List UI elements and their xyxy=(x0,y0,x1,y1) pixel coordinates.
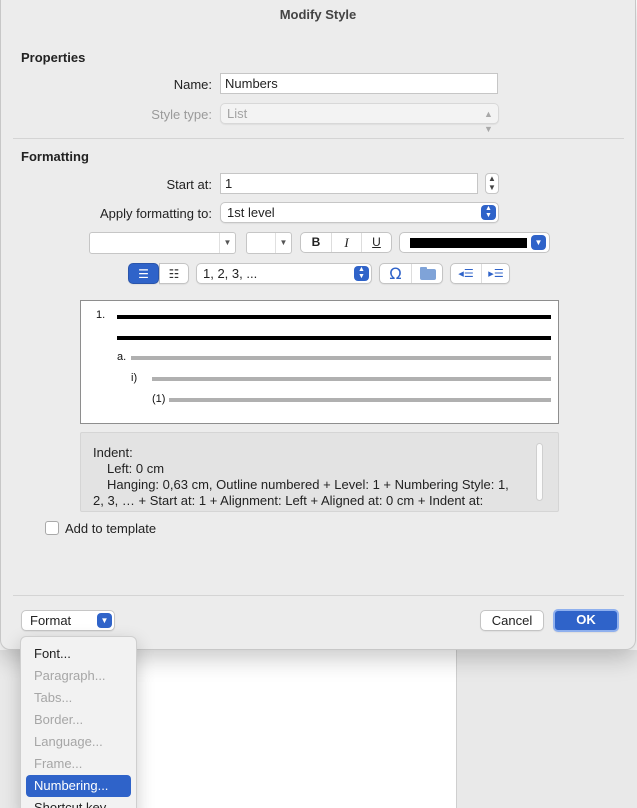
chevron-down-icon: ▼ xyxy=(275,233,291,253)
preview-line xyxy=(117,315,551,319)
start-at-input[interactable]: 1 xyxy=(220,173,478,194)
style-type-value: List xyxy=(227,106,248,121)
bulleted-list-button[interactable]: ☷ xyxy=(159,263,189,284)
menu-item-shortcut-key[interactable]: Shortcut key... xyxy=(26,797,131,808)
updown-chevron-icon: ▲ ▼ xyxy=(481,205,496,220)
bulleted-list-icon: ☷ xyxy=(168,267,180,281)
menu-item-font[interactable]: Font... xyxy=(26,643,131,665)
ok-button[interactable]: OK xyxy=(553,609,619,632)
section-separator xyxy=(13,138,624,139)
font-name-combo[interactable]: ▼ xyxy=(89,232,236,254)
preview-level2-number: a. xyxy=(117,351,127,363)
menu-item-frame: Frame... xyxy=(34,756,83,771)
name-input[interactable]: Numbers xyxy=(220,73,498,94)
start-at-label: Start at: xyxy=(166,177,212,192)
modify-style-dialog: Modify Style Properties Name: Numbers St… xyxy=(0,0,636,650)
preview-level1-number: 1. xyxy=(96,309,106,321)
italic-button[interactable]: I xyxy=(331,233,361,252)
number-style-select[interactable]: 1, 2, 3, ... ▲ ▼ xyxy=(196,263,372,284)
symbol-picture-group: Ω xyxy=(379,263,443,284)
folder-icon[interactable] xyxy=(411,264,442,283)
style-type-label: Style type: xyxy=(151,107,212,122)
description-line: Hanging: 0,63 cm, Outline numbered + Lev… xyxy=(107,477,509,492)
font-color-swatch xyxy=(410,238,527,248)
chevron-down-icon: ▼ xyxy=(219,233,235,253)
name-label: Name: xyxy=(173,77,212,92)
description-scrollbar[interactable] xyxy=(536,443,543,501)
format-dropdown-menu: Font... Paragraph... Tabs... Border... L… xyxy=(20,636,137,808)
menu-item-paragraph: Paragraph... xyxy=(34,668,106,683)
bold-button[interactable]: B xyxy=(301,233,331,252)
preview-line xyxy=(131,356,551,360)
add-to-template-checkbox[interactable] xyxy=(45,521,59,535)
style-description: Indent: Left: 0 cm Hanging: 0,63 cm, Out… xyxy=(80,432,559,512)
format-label: Format xyxy=(30,613,72,628)
numbered-list-icon: ☰ xyxy=(138,267,149,281)
start-at-stepper[interactable]: ▲ ▼ xyxy=(485,173,499,194)
add-to-template-label: Add to template xyxy=(65,521,157,536)
document-page xyxy=(130,650,457,808)
indent-group: ◂☰ ▸☰ xyxy=(450,263,510,284)
formatting-heading: Formatting xyxy=(21,149,89,164)
menu-item-language: Language... xyxy=(34,734,103,749)
dialog-title: Modify Style xyxy=(279,7,357,22)
apply-formatting-label: Apply formatting to: xyxy=(100,206,212,221)
format-menu-button[interactable]: Format ▼ xyxy=(21,610,115,631)
chevron-down-icon: ▼ xyxy=(97,613,112,628)
increase-indent-icon[interactable]: ▸☰ xyxy=(481,264,510,283)
preview-level4-number: (1) xyxy=(152,393,166,405)
menu-item-tabs: Tabs... xyxy=(34,690,73,705)
font-size-combo[interactable]: ▼ xyxy=(246,232,292,254)
description-line: 2, 3, … + Start at: 1 + Alignment: Left … xyxy=(93,493,484,508)
font-style-group: B I U xyxy=(300,232,392,253)
preview-line xyxy=(152,377,551,381)
chevron-down-icon: ▼ xyxy=(531,235,546,250)
properties-heading: Properties xyxy=(21,50,86,65)
menu-item-border: Border... xyxy=(34,712,84,727)
preview-level3-number: i) xyxy=(131,372,138,384)
underline-button[interactable]: U xyxy=(361,233,391,252)
apply-formatting-select[interactable]: 1st level ▲ ▼ xyxy=(220,202,499,223)
footer-separator xyxy=(13,595,624,596)
omega-symbol-icon[interactable]: Ω xyxy=(380,264,411,283)
decrease-indent-icon[interactable]: ◂☰ xyxy=(451,264,481,283)
numbered-list-button[interactable]: ☰ xyxy=(128,263,159,284)
updown-chevron-icon: ▲ ▼ xyxy=(354,266,369,281)
number-style-value: 1, 2, 3, ... xyxy=(203,266,258,281)
description-line: Left: 0 cm xyxy=(107,461,165,476)
style-type-select: List ▲ ▼ xyxy=(220,103,499,134)
font-color-picker[interactable]: ▼ xyxy=(399,232,550,253)
preview-line xyxy=(169,398,551,402)
description-line: Indent: xyxy=(93,445,133,460)
cancel-button[interactable]: Cancel xyxy=(480,610,544,631)
updown-chevron-icon: ▲ ▼ xyxy=(484,109,493,134)
apply-formatting-value: 1st level xyxy=(227,205,275,220)
numbering-preview: 1. a. i) (1) xyxy=(80,300,559,424)
menu-item-numbering[interactable]: Numbering... xyxy=(26,775,131,797)
preview-line xyxy=(117,336,551,340)
